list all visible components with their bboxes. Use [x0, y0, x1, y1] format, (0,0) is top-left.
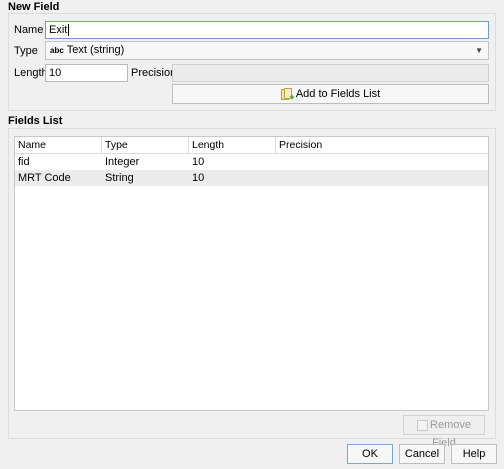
cell-name: MRT Code — [18, 172, 71, 184]
fields-list-title: Fields List — [8, 115, 63, 127]
help-button[interactable]: Help — [451, 444, 497, 464]
precision-input[interactable] — [172, 64, 489, 82]
add-to-fields-list-button[interactable]: + Add to Fields List — [172, 84, 489, 104]
name-value: Exit — [49, 24, 68, 36]
column-header-length[interactable]: Length — [189, 137, 276, 153]
chevron-down-icon: ▼ — [475, 46, 483, 55]
length-label: Length — [14, 67, 48, 79]
type-value: Text (string) — [66, 44, 125, 56]
add-button-label: Add to Fields List — [295, 88, 381, 100]
type-select[interactable]: abc Text (string) ▼ — [45, 41, 489, 60]
remove-field-button[interactable]: Remove Field — [403, 415, 485, 449]
cell-length: 10 — [192, 172, 205, 184]
length-input[interactable]: 10 — [45, 64, 128, 82]
column-header-precision[interactable]: Precision — [276, 137, 488, 153]
new-field-title: New Field — [8, 1, 60, 13]
text-type-icon: abc — [50, 46, 64, 55]
cancel-button[interactable]: Cancel — [399, 444, 445, 464]
table-row[interactable]: fid Integer 10 — [15, 154, 488, 170]
text-caret — [68, 24, 70, 37]
cell-length: 10 — [192, 156, 205, 168]
column-header-type[interactable]: Type — [102, 137, 189, 153]
column-header-name[interactable]: Name — [15, 137, 102, 153]
table-row[interactable]: MRT Code String 10 — [15, 170, 488, 186]
cell-type: Integer — [105, 156, 140, 168]
cell-name: fid — [18, 156, 30, 168]
ok-button[interactable]: OK — [347, 444, 393, 464]
remove-field-icon — [417, 419, 429, 431]
precision-label: Precision — [131, 67, 177, 79]
cell-precision — [276, 154, 488, 170]
table-header: Name Type Length Precision — [15, 137, 488, 154]
fields-table[interactable]: Name Type Length Precision fid Integer 1… — [14, 136, 489, 411]
add-field-icon: + — [280, 87, 295, 101]
cell-precision — [276, 170, 488, 186]
name-label: Name — [14, 24, 44, 36]
cell-type: String — [105, 172, 134, 184]
type-label: Type — [14, 45, 38, 57]
name-input[interactable]: Exit — [45, 21, 489, 39]
